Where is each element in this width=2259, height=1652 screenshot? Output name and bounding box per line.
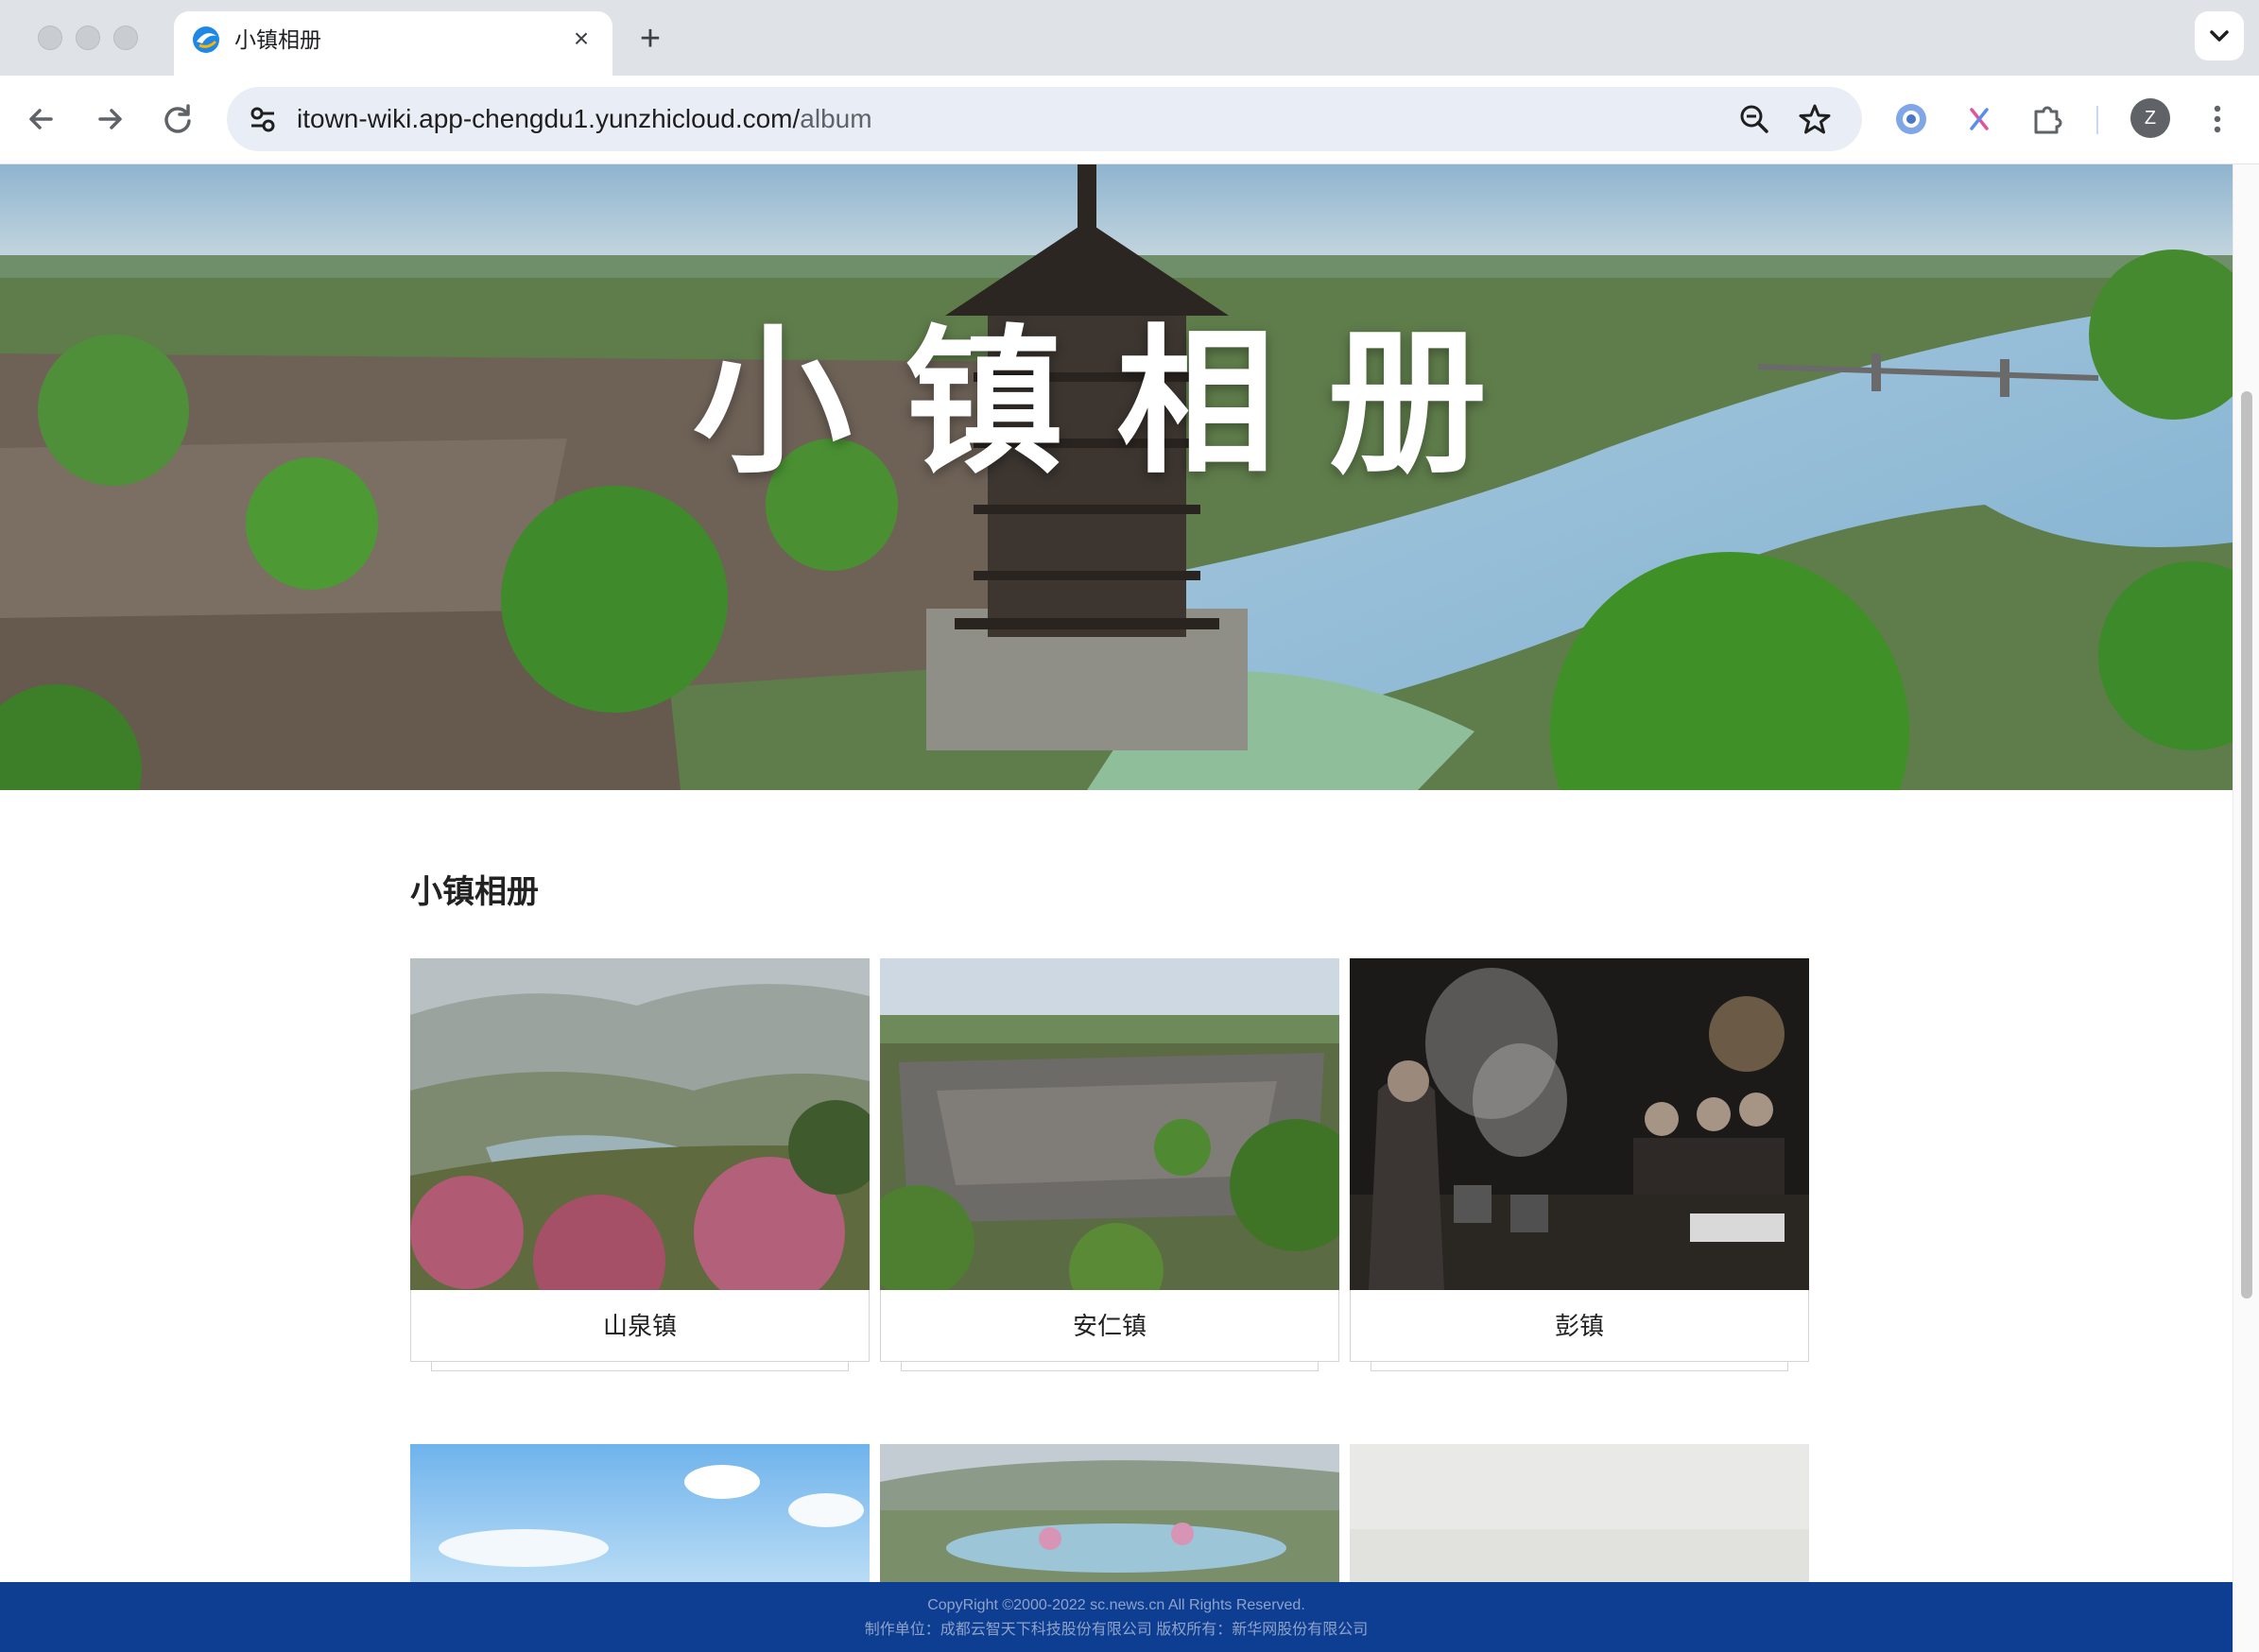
bookmark-star-icon[interactable] xyxy=(1796,100,1834,138)
toolbar-divider xyxy=(2096,106,2098,134)
album-card-image xyxy=(880,958,1339,1290)
footer-producer: 制作单位：成都云智天下科技股份有限公司 版权所有：新华网股份有限公司 xyxy=(864,1622,1369,1638)
tab-close-icon[interactable]: × xyxy=(565,23,597,55)
album-card-anren[interactable]: 安仁镇 xyxy=(880,958,1339,1374)
album-card-caption: 山泉镇 xyxy=(410,1290,870,1362)
zoom-window-button[interactable] xyxy=(113,26,138,50)
site-favicon-icon xyxy=(193,26,219,53)
tab-title: 小镇相册 xyxy=(234,27,321,52)
zoom-icon[interactable] xyxy=(1735,100,1773,138)
url-host: itown-wiki.app-chengdu1.yunzhicloud.com/ xyxy=(297,104,801,133)
section-title: 小镇相册 xyxy=(410,874,539,910)
tab-strip: 小镇相册 × + xyxy=(0,0,2259,77)
hero-title: 小镇相册 xyxy=(693,308,1540,495)
scrollbar-thumb[interactable] xyxy=(2241,391,2252,1299)
close-window-button[interactable] xyxy=(38,26,62,50)
album-card-pengzhen[interactable]: 彭镇 xyxy=(1350,958,1809,1374)
tab-search-button[interactable] xyxy=(2195,11,2244,60)
url-text[interactable]: itown-wiki.app-chengdu1.yunzhicloud.com/… xyxy=(297,87,872,151)
extension-x-icon[interactable] xyxy=(1957,96,2002,142)
album-card-caption: 彭镇 xyxy=(1350,1290,1809,1362)
new-tab-icon[interactable]: + xyxy=(631,21,669,59)
address-bar[interactable]: itown-wiki.app-chengdu1.yunzhicloud.com/… xyxy=(227,87,1862,151)
album-card-row2-3[interactable] xyxy=(1350,1444,1809,1582)
chevron-down-icon xyxy=(2210,30,2229,42)
album-card-caption: 安仁镇 xyxy=(880,1290,1339,1362)
back-icon[interactable] xyxy=(19,96,64,142)
card-stack-shadow xyxy=(431,1362,849,1371)
site-settings-icon[interactable] xyxy=(244,100,282,138)
page-footer: CopyRight ©2000-2022 sc.news.cn All Righ… xyxy=(0,1582,2233,1652)
album-card-image xyxy=(410,958,870,1290)
minimize-window-button[interactable] xyxy=(76,26,100,50)
page-viewport: 小镇相册 小镇相册 山泉镇 安仁镇 彭镇 CopyRight ©2000-202… xyxy=(0,164,2233,1652)
url-path: album xyxy=(800,104,872,133)
album-card-row2-1[interactable] xyxy=(410,1444,870,1582)
album-card-image xyxy=(1350,958,1809,1290)
page-scrollbar[interactable] xyxy=(2233,164,2259,1652)
reload-icon[interactable] xyxy=(155,96,200,142)
album-card-row2-2[interactable] xyxy=(880,1444,1339,1582)
album-card-image xyxy=(410,1444,870,1582)
album-card-image xyxy=(880,1444,1339,1582)
forward-icon[interactable] xyxy=(87,96,132,142)
footer-copyright: CopyRight ©2000-2022 sc.news.cn All Righ… xyxy=(927,1597,1305,1613)
album-card-image xyxy=(1350,1444,1809,1582)
extensions-puzzle-icon[interactable] xyxy=(2025,96,2070,142)
browser-toolbar: itown-wiki.app-chengdu1.yunzhicloud.com/… xyxy=(0,76,2259,164)
card-stack-shadow xyxy=(1371,1362,1788,1371)
profile-avatar[interactable]: Z xyxy=(2130,98,2170,138)
card-stack-shadow xyxy=(901,1362,1319,1371)
album-card-shanquan[interactable]: 山泉镇 xyxy=(410,958,870,1374)
extension-circle-icon[interactable] xyxy=(1888,96,1934,142)
more-menu-icon[interactable] xyxy=(2195,96,2240,142)
tab-album[interactable]: 小镇相册 × xyxy=(174,11,612,77)
hero-banner: 小镇相册 xyxy=(0,164,2233,790)
browser-window: 小镇相册 × + itown-wiki.app-chengdu1.yunzhic… xyxy=(0,0,2259,1652)
